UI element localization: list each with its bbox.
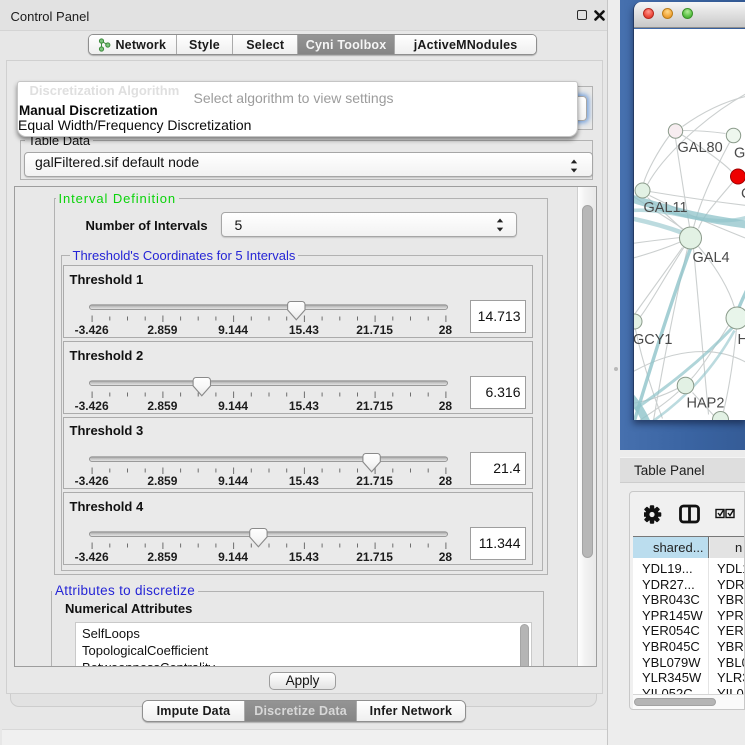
svg-text:GAL4: GAL4 xyxy=(692,250,729,266)
svg-text:HAP2: HAP2 xyxy=(686,395,724,411)
svg-text:GAL11: GAL11 xyxy=(643,200,687,216)
svg-text:GA: GA xyxy=(734,145,745,161)
svg-text:C: C xyxy=(741,186,745,202)
svg-text:H: H xyxy=(737,332,745,348)
svg-text:GAL80: GAL80 xyxy=(677,140,722,156)
svg-text:GCY1: GCY1 xyxy=(634,332,673,348)
